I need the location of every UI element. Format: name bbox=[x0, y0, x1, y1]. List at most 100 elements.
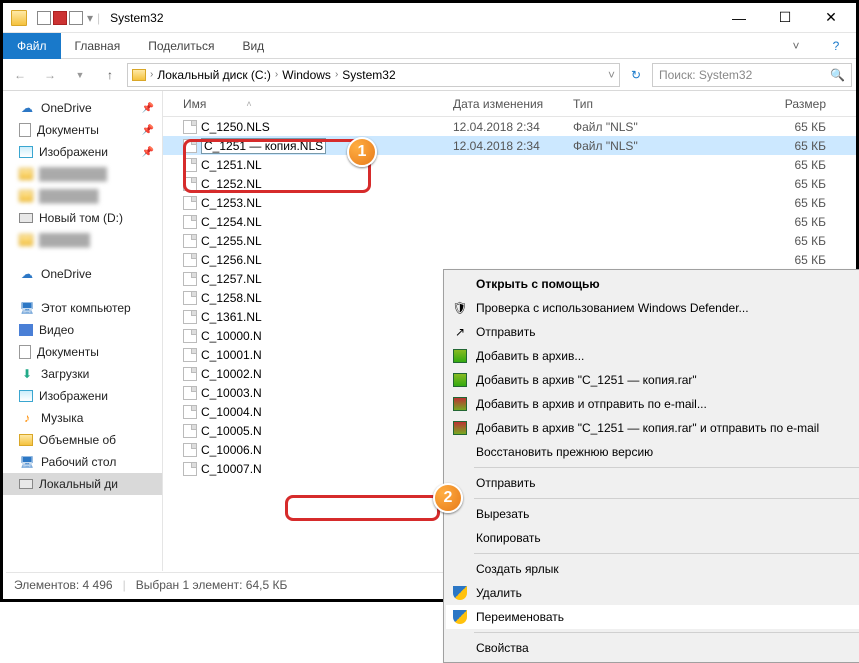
status-count: 4 496 bbox=[83, 578, 113, 592]
nav-music[interactable]: ♪Музыка bbox=[3, 407, 162, 429]
folder-icon bbox=[19, 234, 33, 246]
status-count-label: Элементов: bbox=[14, 578, 79, 592]
menu-send-to[interactable]: Отправить▶ bbox=[446, 471, 859, 495]
file-row[interactable]: C_1255.NL65 КБ bbox=[163, 231, 856, 250]
tab-file[interactable]: Файл bbox=[3, 33, 61, 59]
tab-home[interactable]: Главная bbox=[61, 33, 135, 59]
document-icon bbox=[19, 345, 31, 359]
qat-button[interactable] bbox=[69, 11, 83, 25]
file-type: Файл "NLS" bbox=[573, 139, 683, 153]
nav-this-pc[interactable]: 🖥Этот компьютер bbox=[3, 297, 162, 319]
nav-folder[interactable]: ████████ bbox=[3, 163, 162, 185]
file-name: C_10005.N bbox=[201, 424, 262, 438]
quick-access-toolbar bbox=[37, 11, 83, 25]
menu-open-with[interactable]: Открыть с помощью bbox=[446, 272, 859, 296]
menu-rename[interactable]: Переименовать bbox=[446, 605, 859, 629]
file-icon bbox=[183, 139, 197, 153]
menu-archive[interactable]: Добавить в архив... bbox=[446, 344, 859, 368]
maximize-button[interactable]: ☐ bbox=[762, 3, 808, 33]
menu-delete[interactable]: Удалить bbox=[446, 581, 859, 605]
nav-onedrive-root[interactable]: ☁OneDrive bbox=[3, 263, 162, 285]
menu-properties[interactable]: Свойства bbox=[446, 636, 859, 660]
nav-documents[interactable]: Документы bbox=[3, 341, 162, 363]
cloud-icon: ☁ bbox=[19, 266, 35, 282]
nav-local-disk[interactable]: Локальный ди bbox=[3, 473, 162, 495]
file-row[interactable]: C_1252.NL65 КБ bbox=[163, 174, 856, 193]
music-icon: ♪ bbox=[19, 410, 35, 426]
file-name: C_1255.NL bbox=[201, 234, 262, 248]
tab-view[interactable]: Вид bbox=[228, 33, 278, 59]
file-type: Файл "NLS" bbox=[573, 120, 683, 134]
nav-folder[interactable]: ███████ bbox=[3, 185, 162, 207]
col-name[interactable]: Имя˄ bbox=[183, 97, 453, 111]
file-icon bbox=[183, 424, 197, 438]
col-type[interactable]: Тип bbox=[573, 97, 683, 111]
tab-share[interactable]: Поделиться bbox=[134, 33, 228, 59]
ribbon-expand[interactable]: ˅ bbox=[776, 39, 816, 53]
nav-onedrive[interactable]: ☁OneDrive📌 bbox=[3, 97, 162, 119]
status-selection-label: Выбран 1 элемент: bbox=[136, 578, 243, 592]
nav-documents[interactable]: Документы📌 bbox=[3, 119, 162, 141]
menu-archive-named-email[interactable]: Добавить в архив "C_1251 — копия.rar" и … bbox=[446, 416, 859, 440]
nav-videos[interactable]: Видео bbox=[3, 319, 162, 341]
rar-icon bbox=[452, 396, 468, 412]
callout-1: 1 bbox=[347, 137, 377, 167]
file-row[interactable]: C_1256.NL65 КБ bbox=[163, 250, 856, 269]
file-icon bbox=[183, 348, 197, 362]
nav-drive-d[interactable]: Новый том (D:) bbox=[3, 207, 162, 229]
menu-defender[interactable]: 🛡Проверка с использованием Windows Defen… bbox=[446, 296, 859, 320]
col-date[interactable]: Дата изменения bbox=[453, 97, 573, 111]
qat-button[interactable] bbox=[37, 11, 51, 25]
up-button[interactable]: ↑ bbox=[97, 63, 123, 87]
navigation-pane: ☁OneDrive📌 Документы📌 Изображени📌 ██████… bbox=[3, 91, 163, 571]
search-input[interactable]: Поиск: System32 🔍 bbox=[652, 63, 852, 87]
forward-button[interactable]: → bbox=[37, 63, 63, 87]
folder-icon bbox=[19, 434, 33, 446]
minimize-button[interactable]: — bbox=[716, 3, 762, 33]
file-size: 65 КБ bbox=[683, 120, 856, 134]
file-date: 12.04.2018 2:34 bbox=[453, 120, 573, 134]
qat-button[interactable] bbox=[53, 11, 67, 25]
file-name: C_10002.N bbox=[201, 367, 262, 381]
file-size: 65 КБ bbox=[683, 196, 856, 210]
refresh-button[interactable]: ↻ bbox=[624, 68, 648, 82]
back-button[interactable]: ← bbox=[7, 63, 33, 87]
window-title: System32 bbox=[110, 11, 163, 25]
recent-button[interactable]: ▼ bbox=[67, 63, 93, 87]
image-icon bbox=[19, 390, 33, 402]
menu-restore[interactable]: Восстановить прежнюю версию bbox=[446, 440, 859, 464]
file-icon bbox=[183, 253, 197, 267]
close-button[interactable]: ✕ bbox=[808, 3, 854, 33]
menu-cut[interactable]: Вырезать bbox=[446, 502, 859, 526]
pin-icon: 📌 bbox=[142, 103, 154, 114]
file-icon bbox=[183, 177, 197, 191]
nav-downloads[interactable]: ⬇Загрузки bbox=[3, 363, 162, 385]
file-row[interactable]: C_1254.NL65 КБ bbox=[163, 212, 856, 231]
file-name: C_10006.N bbox=[201, 443, 262, 457]
file-row[interactable]: C_1251 — копия.NLS12.04.2018 2:34Файл "N… bbox=[163, 136, 856, 155]
file-row[interactable]: C_1251.NL65 КБ bbox=[163, 155, 856, 174]
nav-desktop[interactable]: 🖥Рабочий стол bbox=[3, 451, 162, 473]
nav-images[interactable]: Изображени📌 bbox=[3, 141, 162, 163]
menu-archive-email[interactable]: Добавить в архив и отправить по e-mail..… bbox=[446, 392, 859, 416]
nav-3d[interactable]: Объемные об bbox=[3, 429, 162, 451]
menu-share[interactable]: ↗Отправить bbox=[446, 320, 859, 344]
file-name: C_10007.N bbox=[201, 462, 262, 476]
nav-images[interactable]: Изображени bbox=[3, 385, 162, 407]
file-row[interactable]: C_1253.NL65 КБ bbox=[163, 193, 856, 212]
breadcrumb[interactable]: Windows bbox=[282, 68, 331, 82]
title-bar: ▾ | System32 — ☐ ✕ bbox=[3, 3, 856, 33]
menu-create-shortcut[interactable]: Создать ярлык bbox=[446, 557, 859, 581]
defender-icon: 🛡 bbox=[452, 300, 468, 316]
breadcrumb[interactable]: System32 bbox=[342, 68, 395, 82]
breadcrumb[interactable]: Локальный диск (C:) bbox=[157, 68, 271, 82]
help-button[interactable]: ? bbox=[816, 39, 856, 53]
pin-icon: 📌 bbox=[142, 147, 154, 158]
address-bar[interactable]: › Локальный диск (C:) › Windows › System… bbox=[127, 63, 620, 87]
file-date: 12.04.2018 2:34 bbox=[453, 139, 573, 153]
menu-copy[interactable]: Копировать bbox=[446, 526, 859, 550]
col-size[interactable]: Размер bbox=[683, 97, 856, 111]
nav-folder[interactable]: ██████ bbox=[3, 229, 162, 251]
menu-archive-named[interactable]: Добавить в архив "C_1251 — копия.rar" bbox=[446, 368, 859, 392]
file-row[interactable]: C_1250.NLS12.04.2018 2:34Файл "NLS"65 КБ bbox=[163, 117, 856, 136]
